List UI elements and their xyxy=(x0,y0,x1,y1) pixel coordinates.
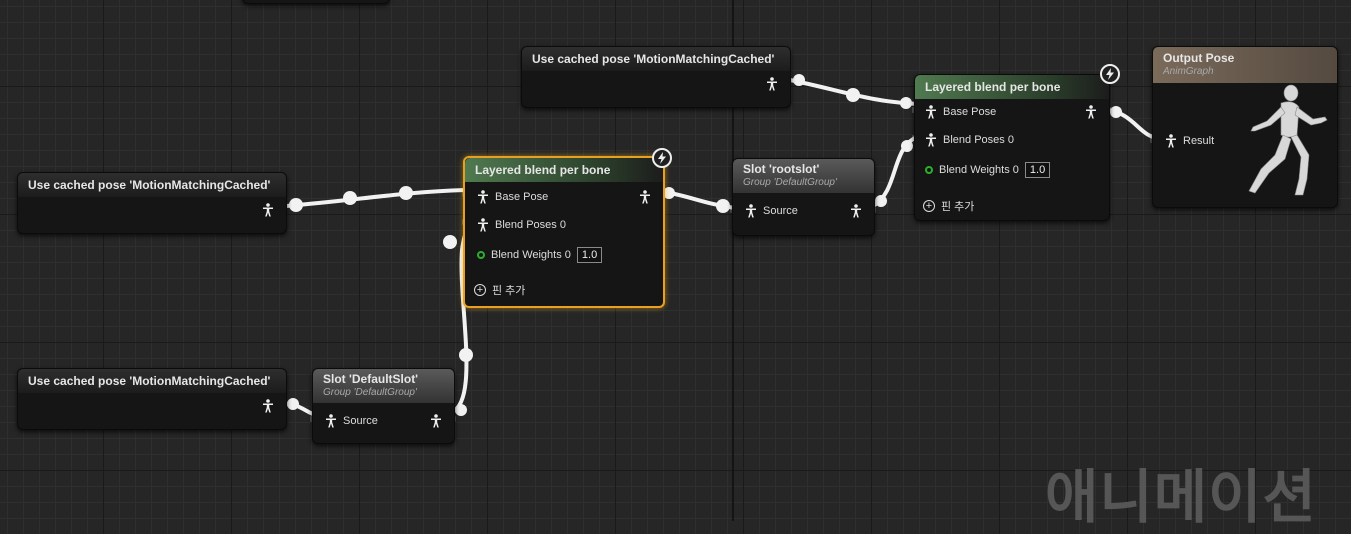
pin-label: Source xyxy=(763,205,798,217)
pin-label: Result xyxy=(1183,135,1215,147)
node-title: Layered blend per bone xyxy=(915,75,1109,99)
node-title: Use cached pose 'MotionMatchingCached' xyxy=(18,173,286,197)
pose-output-pin[interactable] xyxy=(766,77,778,91)
layered-blend-node-left[interactable]: Layered blend per bone Base Pose Blend P… xyxy=(463,156,665,308)
node-subtitle: AnimGraph xyxy=(1163,66,1214,77)
wire-reroute-point xyxy=(455,404,467,416)
slot-node-root[interactable]: Slot 'rootslot' Group 'DefaultGroup' Sou… xyxy=(732,158,875,236)
pose-pin-icon[interactable] xyxy=(430,414,442,428)
blend-weights-pin[interactable]: Blend Weights 0 1.0 xyxy=(477,247,603,263)
pose-pin-icon[interactable] xyxy=(477,218,489,232)
wire-reroute-point xyxy=(289,198,303,212)
source-pin[interactable]: Source xyxy=(325,414,378,428)
pose-pin-icon[interactable] xyxy=(925,105,937,119)
wire-reroute-point xyxy=(443,235,457,249)
pose-pin-icon[interactable] xyxy=(745,204,757,218)
node-title: Use cached pose 'MotionMatchingCached' xyxy=(18,369,286,393)
pin-label: Base Pose xyxy=(943,106,997,118)
pin-label: Blend Poses 0 xyxy=(495,219,566,231)
mannequin-icon xyxy=(1248,84,1328,196)
wire-reroute-point xyxy=(900,97,912,109)
pose-pin-icon[interactable] xyxy=(1165,134,1177,148)
blend-weights-value[interactable]: 1.0 xyxy=(576,247,603,263)
pose-pin-icon[interactable] xyxy=(1085,105,1097,119)
node-title: Use cached pose 'MotionMatchingCached' xyxy=(522,47,790,71)
pose-pin-icon[interactable] xyxy=(477,190,489,204)
wire-reroute-point xyxy=(343,191,357,205)
wire-reroute-point xyxy=(901,140,913,152)
pose-output-pin[interactable] xyxy=(639,190,651,204)
pose-output-pin[interactable] xyxy=(262,203,274,217)
slot-node-default[interactable]: Slot 'DefaultSlot' Group 'DefaultGroup' … xyxy=(312,368,455,444)
pose-pin-icon[interactable] xyxy=(262,399,274,413)
wire-reroute-point xyxy=(846,88,860,102)
node-title: Slot 'rootslot' xyxy=(743,162,820,176)
layered-blend-node-right[interactable]: Layered blend per bone Base Pose Blend P… xyxy=(914,74,1110,221)
pin-label: Base Pose xyxy=(495,191,549,203)
result-pin[interactable]: Result xyxy=(1165,134,1214,148)
pose-output-pin[interactable] xyxy=(850,204,862,218)
wire-reroute-point xyxy=(716,199,730,213)
node-title: Layered blend per bone xyxy=(465,158,663,182)
pose-pin-icon[interactable] xyxy=(262,203,274,217)
pose-pin-icon[interactable] xyxy=(850,204,862,218)
pose-output-pin[interactable] xyxy=(262,399,274,413)
pose-pin-icon[interactable] xyxy=(925,133,937,147)
pose-pin-icon[interactable] xyxy=(325,414,337,428)
wire-reroute-point xyxy=(287,398,299,410)
node-title: Slot 'DefaultSlot' xyxy=(323,372,419,386)
add-pin-button[interactable]: + 핀 추가 xyxy=(474,282,525,298)
blend-weights-value[interactable]: 1.0 xyxy=(1024,162,1051,178)
source-pin[interactable]: Source xyxy=(745,204,798,218)
cached-pose-node-middle[interactable]: Use cached pose 'MotionMatchingCached' xyxy=(17,172,287,234)
pin-label: Blend Weights 0 xyxy=(491,249,571,261)
pose-pin-icon[interactable] xyxy=(766,77,778,91)
blend-poses-pin[interactable]: Blend Poses 0 xyxy=(477,218,566,232)
lightning-icon xyxy=(1100,64,1120,84)
lightning-icon xyxy=(652,148,672,168)
pose-output-pin[interactable] xyxy=(430,414,442,428)
add-pin-label: 핀 추가 xyxy=(492,285,526,297)
add-pin-icon[interactable]: + xyxy=(474,284,486,296)
wire xyxy=(284,188,467,208)
node-subtitle: Group 'DefaultGroup' xyxy=(743,177,837,188)
float-pin-icon[interactable] xyxy=(477,251,485,259)
wire-reroute-point xyxy=(875,195,887,207)
pin-label: Blend Poses 0 xyxy=(943,134,1014,146)
pin-label: Source xyxy=(343,415,378,427)
cached-pose-node-top[interactable]: Use cached pose 'MotionMatchingCached' xyxy=(521,46,791,108)
slot-header: Slot 'DefaultSlot' Group 'DefaultGroup' xyxy=(313,369,454,403)
cached-pose-node-bottom[interactable]: Use cached pose 'MotionMatchingCached' xyxy=(17,368,287,430)
slot-header: Slot 'rootslot' Group 'DefaultGroup' xyxy=(733,159,874,193)
base-pose-pin[interactable]: Base Pose xyxy=(925,105,996,119)
output-pose-node[interactable]: Output Pose AnimGraph Result xyxy=(1152,46,1338,208)
blend-poses-pin[interactable]: Blend Poses 0 xyxy=(925,133,1014,147)
node-subtitle: Group 'DefaultGroup' xyxy=(323,387,417,398)
wire-reroute-point xyxy=(793,74,805,86)
offscreen-node[interactable] xyxy=(242,0,390,4)
wire-reroute-point xyxy=(399,186,413,200)
output-header: Output Pose AnimGraph xyxy=(1153,47,1337,83)
wire xyxy=(658,189,737,210)
pose-pin-icon[interactable] xyxy=(639,190,651,204)
add-pin-icon[interactable]: + xyxy=(923,200,935,212)
float-pin-icon[interactable] xyxy=(925,166,933,174)
wire-reroute-point xyxy=(459,348,473,362)
watermark-text: 애니메이션 xyxy=(1045,465,1317,530)
base-pose-pin[interactable]: Base Pose xyxy=(477,190,548,204)
add-pin-button[interactable]: + 핀 추가 xyxy=(923,198,974,214)
wire xyxy=(788,78,920,106)
node-title: Output Pose xyxy=(1163,51,1235,65)
pin-label: Blend Weights 0 xyxy=(939,164,1019,176)
add-pin-label: 핀 추가 xyxy=(941,201,975,213)
blend-weights-pin[interactable]: Blend Weights 0 1.0 xyxy=(925,162,1051,178)
pose-output-pin[interactable] xyxy=(1085,105,1097,119)
wire xyxy=(871,134,922,208)
